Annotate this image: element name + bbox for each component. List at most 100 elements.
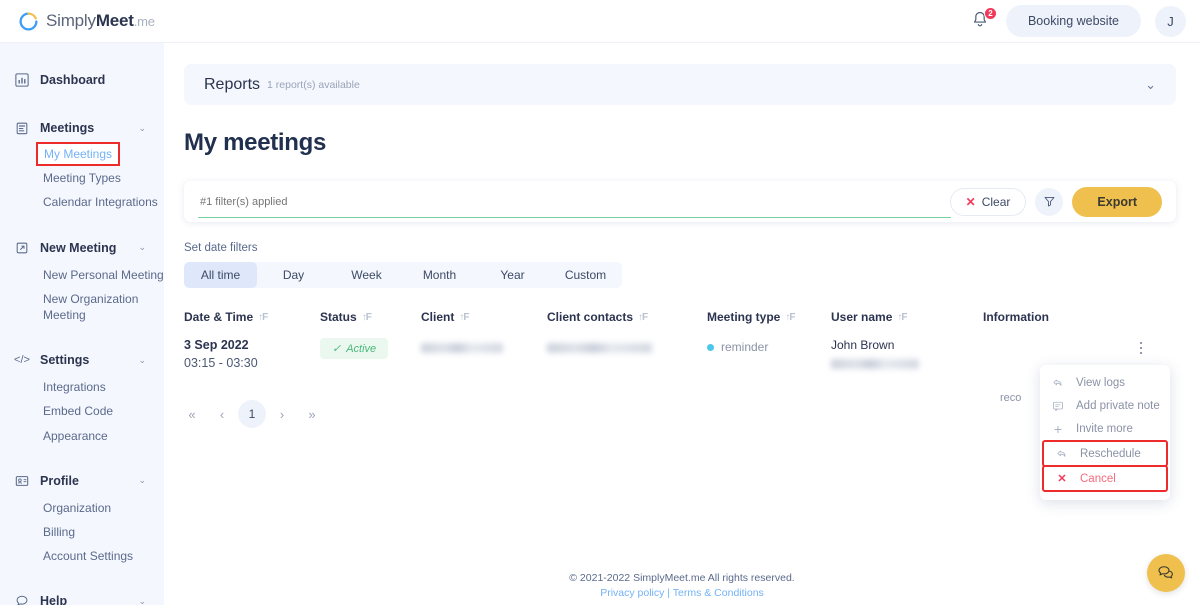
funnel-icon: [1044, 196, 1055, 207]
reports-title: Reports: [204, 75, 261, 93]
plus-icon: +: [1053, 420, 1063, 437]
chevron-down-icon: ⌄: [138, 475, 146, 486]
menu-item-label: Reschedule: [1080, 447, 1141, 460]
menu-item-cancel[interactable]: ✕ Cancel: [1042, 465, 1168, 492]
pagination-last-button[interactable]: »: [298, 400, 326, 428]
table-header-row: Date & Time ↑F Status ↑F Client ↑F Clien…: [164, 310, 1176, 334]
pagination-page-1[interactable]: 1: [238, 400, 266, 428]
chat-bubble-icon: [14, 593, 30, 605]
sort-icon[interactable]: ↑F: [638, 312, 648, 323]
column-label: Status: [320, 310, 357, 324]
column-header-meeting-type[interactable]: Meeting type ↑F: [707, 310, 831, 324]
app-root: SimplyMeet.me 2 Booking website J Dashbo…: [0, 0, 1200, 605]
sidebar-item-appearance[interactable]: Appearance: [43, 424, 164, 448]
logo-icon: [18, 11, 39, 32]
sidebar-item-new-personal-meeting[interactable]: New Personal Meeting: [43, 263, 164, 287]
row-context-menu: View logs Add private note + Invite more…: [1040, 365, 1170, 500]
close-x-icon: ✕: [965, 194, 976, 209]
sidebar-group-new-meeting: New Meeting ⌄ New Personal Meeting New O…: [0, 233, 164, 328]
clear-filters-button[interactable]: ✕ Clear: [949, 187, 1027, 216]
sidebar-item-embed-code[interactable]: Embed Code: [43, 399, 164, 423]
date-tab-year[interactable]: Year: [476, 262, 549, 288]
date-tab-custom[interactable]: Custom: [549, 262, 622, 288]
export-button[interactable]: Export: [1072, 186, 1162, 217]
sidebar-item-account-settings[interactable]: Account Settings: [43, 544, 164, 568]
sort-icon[interactable]: ↑F: [785, 312, 795, 323]
sidebar-subitems-profile: Organization Billing Account Settings: [0, 496, 164, 569]
sidebar-item-meetings[interactable]: Meetings ⌄: [0, 113, 164, 143]
sort-icon[interactable]: ↑F: [362, 312, 372, 323]
sidebar-label: Help: [40, 594, 68, 605]
menu-item-add-private-note[interactable]: Add private note: [1040, 394, 1170, 417]
row-actions-menu-button[interactable]: [1132, 339, 1150, 357]
reports-panel-header[interactable]: Reports 1 report(s) available ⌄: [184, 64, 1176, 105]
column-header-status[interactable]: Status ↑F: [320, 310, 421, 324]
date-tab-month[interactable]: Month: [403, 262, 476, 288]
chevron-down-icon: ⌄: [138, 354, 146, 365]
column-header-user-name[interactable]: User name ↑F: [831, 310, 983, 324]
sidebar-item-integrations[interactable]: Integrations: [43, 375, 164, 399]
status-badge: ✓ Active: [320, 338, 389, 359]
menu-item-label: Invite more: [1076, 422, 1133, 435]
user-avatar[interactable]: J: [1155, 5, 1186, 37]
pagination-first-button[interactable]: «: [178, 400, 206, 428]
sort-icon[interactable]: ↑F: [258, 312, 268, 323]
filter-input[interactable]: [198, 195, 950, 208]
sidebar-item-help[interactable]: Help ⌄: [0, 586, 164, 605]
column-label: Date & Time: [184, 310, 254, 324]
close-x-icon: ✕: [1057, 473, 1067, 485]
column-header-date-time[interactable]: Date & Time ↑F: [184, 310, 320, 324]
date-tab-week[interactable]: Week: [330, 262, 403, 288]
menu-item-reschedule[interactable]: Reschedule: [1042, 440, 1168, 467]
privacy-policy-link[interactable]: Privacy policy: [600, 587, 664, 599]
sidebar-item-billing[interactable]: Billing: [43, 520, 164, 544]
code-icon: </>: [14, 354, 30, 367]
live-chat-button[interactable]: [1147, 554, 1185, 592]
booking-website-button[interactable]: Booking website: [1005, 5, 1141, 37]
chevron-down-icon[interactable]: ⌄: [1145, 77, 1156, 93]
sidebar-item-settings[interactable]: </> Settings ⌄: [0, 345, 164, 375]
sidebar-group-help: Help ⌄ Knowledge base Send feedback Live…: [0, 586, 164, 605]
column-header-client-contacts[interactable]: Client contacts ↑F: [547, 310, 707, 324]
column-label: Client contacts: [547, 310, 634, 324]
sidebar-item-my-meetings[interactable]: My Meetings: [35, 141, 121, 167]
sidebar-item-dashboard[interactable]: Dashboard: [0, 65, 164, 95]
sidebar-group-settings: </> Settings ⌄ Integrations Embed Code A…: [0, 345, 164, 448]
filter-funnel-button[interactable]: [1035, 187, 1064, 216]
sort-icon[interactable]: ↑F: [459, 312, 469, 323]
information-truncated-text: reco: [1000, 392, 1022, 404]
date-tab-all-time[interactable]: All time: [184, 262, 257, 288]
meeting-type-label: reminder: [721, 340, 769, 354]
app-logo[interactable]: SimplyMeet.me: [18, 11, 155, 32]
date-tab-day[interactable]: Day: [257, 262, 330, 288]
notifications-bell[interactable]: 2: [970, 7, 997, 32]
terms-conditions-link[interactable]: Terms & Conditions: [673, 587, 764, 599]
column-header-client[interactable]: Client ↑F: [421, 310, 547, 324]
table-row[interactable]: 3 Sep 2022 03:15 - 03:30 ✓ Active remind…: [164, 334, 1176, 404]
cell-meeting-type: reminder: [707, 338, 831, 354]
sidebar-item-profile[interactable]: Profile ⌄: [0, 466, 164, 496]
reply-arrow-icon: [1050, 377, 1066, 389]
menu-item-invite-more[interactable]: + Invite more: [1040, 417, 1170, 440]
kebab-dot: [1139, 351, 1143, 355]
sidebar-item-new-meeting[interactable]: New Meeting ⌄: [0, 233, 164, 263]
pagination-prev-button[interactable]: ‹: [208, 400, 236, 428]
sidebar-group-dashboard: Dashboard: [0, 65, 164, 95]
chevron-down-icon: ⌄: [138, 242, 146, 253]
sidebar-item-calendar-integrations[interactable]: Calendar Integrations: [43, 190, 164, 214]
user-name-value: John Brown: [831, 338, 895, 352]
filter-bar: ✕ Clear Export: [184, 181, 1176, 222]
sidebar-item-meeting-types[interactable]: Meeting Types: [43, 166, 164, 190]
pagination-next-button[interactable]: ›: [268, 400, 296, 428]
check-icon: ✓: [332, 343, 342, 355]
menu-item-label: Add private note: [1076, 399, 1160, 412]
logo-simply: Simply: [46, 11, 96, 30]
menu-item-view-logs[interactable]: View logs: [1040, 371, 1170, 394]
column-header-information: Information: [983, 310, 1133, 324]
redacted-user-email: [831, 359, 919, 369]
sidebar-item-organization[interactable]: Organization: [43, 496, 164, 520]
sort-icon[interactable]: ↑F: [897, 312, 907, 323]
sidebar-item-new-organization-meeting[interactable]: New Organization Meeting: [43, 287, 139, 327]
